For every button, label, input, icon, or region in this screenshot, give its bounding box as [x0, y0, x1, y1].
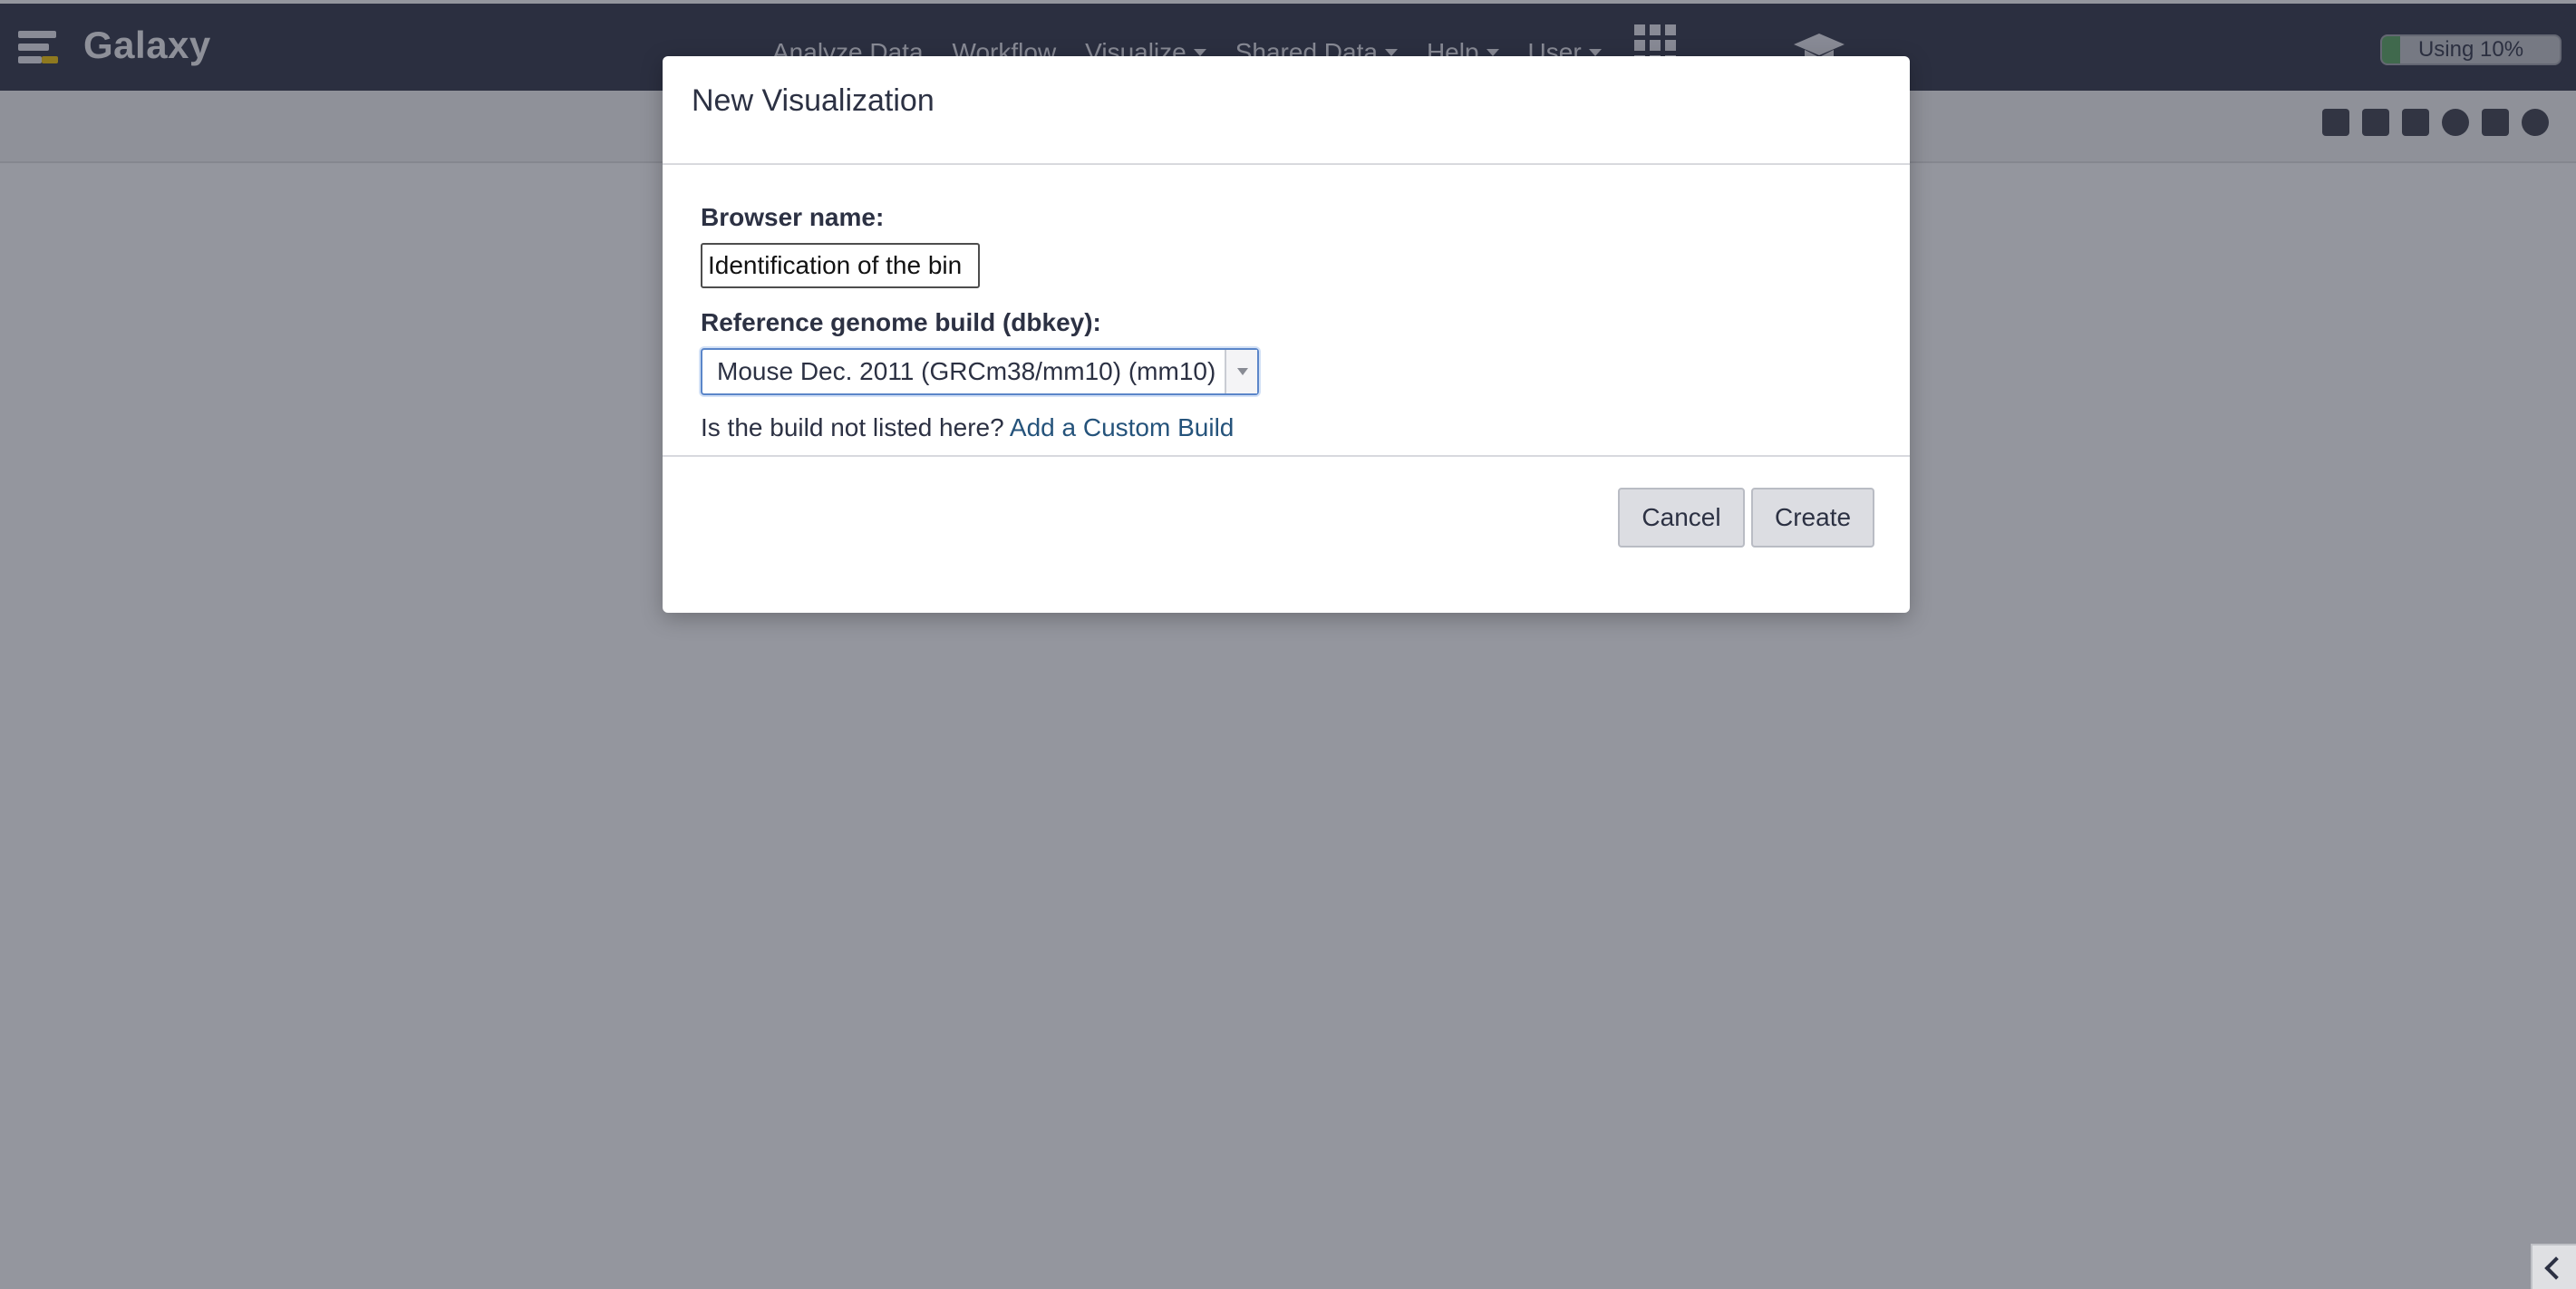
genome-build-select[interactable]: Mouse Dec. 2011 (GRCm38/mm10) (mm10): [701, 348, 1259, 395]
chevron-down-icon[interactable]: [1225, 350, 1257, 393]
new-visualization-dialog: New Visualization Browser name: Referenc…: [663, 56, 1910, 613]
genome-build-label: Reference genome build (dbkey):: [701, 308, 1101, 336]
browser-name-input[interactable]: [701, 243, 980, 288]
custom-build-help-text: Is the build not listed here?: [701, 413, 1004, 441]
custom-build-help: Is the build not listed here? Add a Cust…: [701, 413, 1872, 442]
dialog-title: New Visualization: [692, 83, 935, 118]
create-button[interactable]: Create: [1751, 488, 1874, 548]
add-custom-build-link[interactable]: Add a Custom Build: [1010, 413, 1234, 441]
dialog-body: Browser name: Reference genome build (db…: [663, 165, 1910, 457]
chevron-left-icon[interactable]: [2531, 1244, 2576, 1289]
genome-build-selected: Mouse Dec. 2011 (GRCm38/mm10) (mm10): [717, 357, 1216, 385]
browser-name-label: Browser name:: [701, 203, 885, 231]
dialog-header: New Visualization: [663, 56, 1910, 165]
cancel-button[interactable]: Cancel: [1618, 488, 1745, 548]
dialog-footer: Cancel Create: [663, 457, 1910, 611]
